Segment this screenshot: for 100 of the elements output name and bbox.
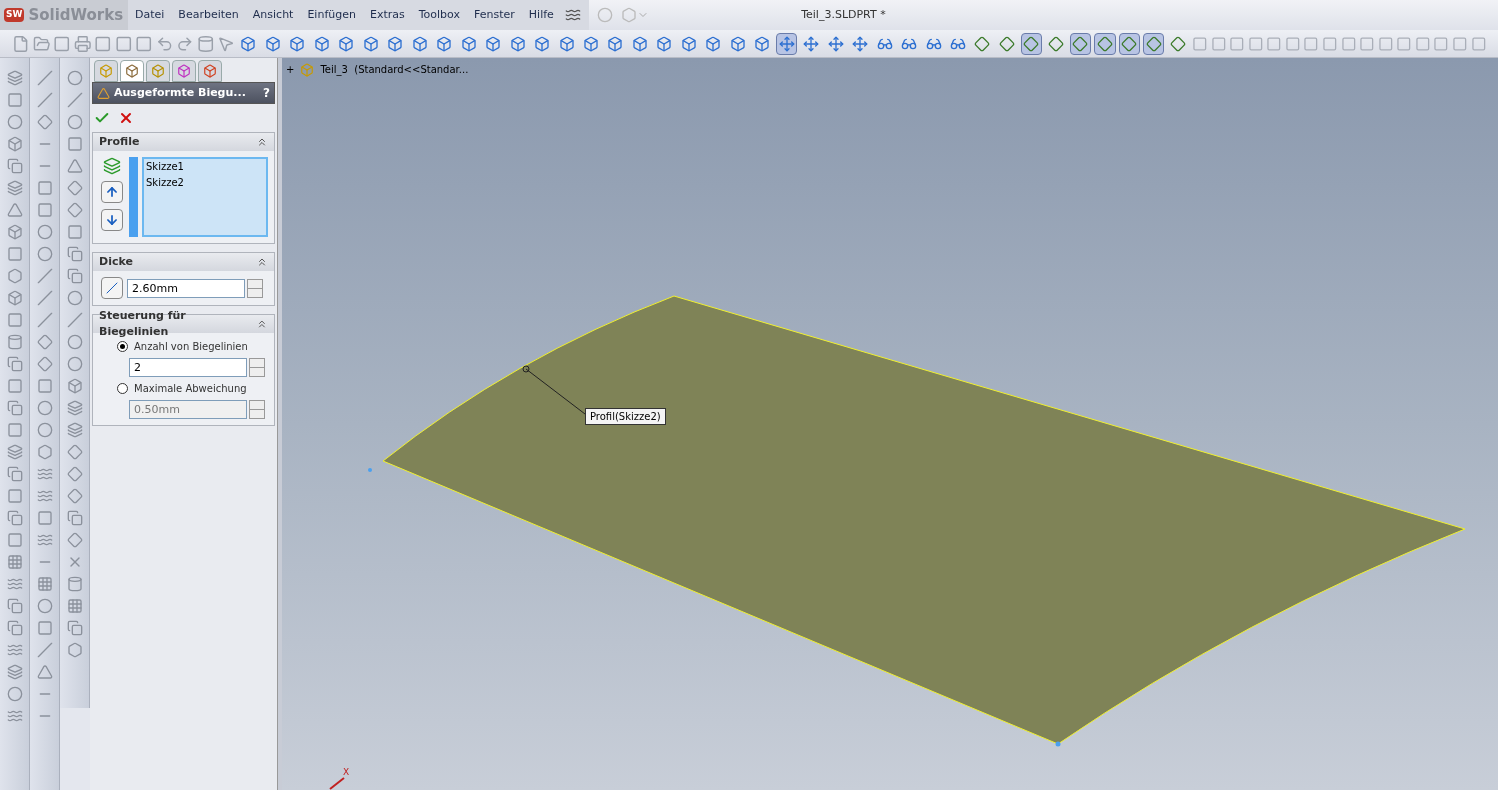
radio-button[interactable] — [117, 383, 128, 394]
tool-icon[interactable] — [66, 246, 83, 262]
toolbar-button[interactable] — [1020, 32, 1043, 55]
tool-icon[interactable] — [36, 246, 53, 262]
toolbar-icon[interactable] — [114, 34, 133, 53]
tool-icon[interactable] — [36, 356, 53, 372]
thickness-field[interactable]: 2.60mm — [127, 278, 245, 298]
tool-icon[interactable] — [6, 400, 23, 416]
tool-icon[interactable] — [6, 576, 23, 592]
tool-icon[interactable] — [6, 312, 23, 328]
tool-icon[interactable] — [66, 488, 83, 504]
tool-icon[interactable] — [66, 136, 83, 152]
tool-icon[interactable] — [66, 510, 83, 526]
collapse-icon[interactable] — [256, 318, 268, 330]
direction-button[interactable] — [101, 277, 123, 299]
toolbar-icon[interactable] — [73, 34, 92, 53]
toolbar-button[interactable] — [776, 32, 798, 55]
toolbar-button[interactable] — [1118, 32, 1140, 55]
graphics-viewport[interactable]: + Teil_3 (Standard<<Standar... Profil(Skizze2) X — [282, 58, 1498, 790]
tool-icon[interactable] — [6, 510, 23, 526]
tool-icon[interactable] — [36, 444, 53, 460]
tool-icon[interactable] — [36, 576, 53, 592]
tool-icon[interactable] — [66, 598, 83, 614]
panel-tab[interactable] — [146, 60, 170, 82]
toolbar-button[interactable] — [1094, 32, 1116, 55]
collapse-icon[interactable] — [256, 136, 268, 148]
toolbar-icon[interactable] — [1470, 35, 1487, 52]
toolbar-icon[interactable] — [1191, 35, 1208, 52]
toolbar-icon[interactable] — [53, 34, 71, 53]
tool-icon[interactable] — [36, 466, 53, 482]
tool-icon[interactable] — [66, 92, 83, 108]
tool-icon[interactable] — [66, 290, 83, 306]
tool-icon[interactable] — [36, 664, 53, 680]
menu-item[interactable]: Fenster — [467, 6, 522, 24]
handle-point[interactable] — [522, 365, 530, 373]
tool-icon[interactable] — [6, 532, 23, 548]
tool-icon[interactable] — [6, 224, 23, 240]
toolbar-icon[interactable] — [1303, 35, 1319, 52]
tool-icon[interactable] — [66, 202, 83, 218]
tool-icon[interactable] — [66, 576, 83, 592]
spin-buttons[interactable] — [249, 358, 265, 377]
profile-list[interactable]: Skizze1 Skizze2 — [142, 157, 268, 237]
tool-icon[interactable] — [36, 92, 53, 108]
tool-icon[interactable] — [66, 158, 83, 174]
tool-icon[interactable] — [6, 422, 23, 438]
tool-icon[interactable] — [66, 70, 83, 86]
toolbar-icon[interactable] — [1452, 35, 1468, 52]
toolbar-icon[interactable] — [196, 34, 215, 53]
toolbar-button[interactable] — [1069, 32, 1092, 55]
tool-icon[interactable] — [6, 70, 23, 86]
toolbar-icon[interactable] — [1433, 35, 1450, 52]
tool-icon[interactable] — [6, 378, 23, 394]
toolbar-icon[interactable] — [1210, 35, 1227, 52]
move-up-button[interactable] — [101, 181, 123, 203]
tool-icon[interactable] — [6, 92, 23, 108]
tool-icon[interactable] — [6, 686, 23, 702]
tool-icon[interactable] — [66, 224, 83, 240]
tool-icon[interactable] — [66, 180, 83, 196]
tool-icon[interactable] — [36, 312, 53, 328]
toolbar-icon[interactable] — [1284, 35, 1301, 52]
tool-icon[interactable] — [36, 532, 53, 548]
tool-icon[interactable] — [36, 642, 53, 658]
menu-item[interactable]: Extras — [362, 6, 412, 24]
tool-icon[interactable] — [36, 488, 53, 504]
tool-icon[interactable] — [66, 620, 83, 636]
tool-icon[interactable] — [6, 334, 23, 350]
tool-icon[interactable] — [36, 598, 53, 614]
menu-item[interactable]: Toolbox — [411, 6, 467, 24]
help-button[interactable]: ? — [263, 84, 270, 102]
tool-icon[interactable] — [6, 136, 23, 152]
toolbar-icon[interactable] — [1247, 35, 1264, 52]
tool-icon[interactable] — [6, 290, 23, 306]
tool-icon[interactable] — [66, 312, 83, 328]
menu-item[interactable]: Hilfe — [521, 6, 561, 24]
tool-icon[interactable] — [6, 598, 23, 614]
toolbar-icon[interactable] — [217, 34, 235, 53]
toolbar-icon[interactable] — [155, 34, 174, 53]
toolbar-icon[interactable] — [135, 34, 153, 53]
tool-icon[interactable] — [66, 114, 83, 130]
toolbar-icon[interactable] — [94, 34, 112, 53]
tool-icon[interactable] — [36, 334, 53, 350]
tool-icon[interactable] — [36, 70, 53, 86]
spin-buttons[interactable] — [249, 400, 265, 419]
tool-icon[interactable] — [36, 202, 53, 218]
tool-icon[interactable] — [6, 356, 23, 372]
tool-icon[interactable] — [66, 356, 83, 372]
menu-item[interactable]: Einfügen — [300, 6, 363, 24]
menu-item[interactable]: Bearbeiten — [171, 6, 246, 24]
tool-icon[interactable] — [66, 466, 83, 482]
radio-button[interactable] — [117, 341, 128, 352]
tool-icon[interactable] — [36, 620, 53, 636]
tool-icon[interactable] — [6, 114, 23, 130]
toolbar-icon[interactable] — [1229, 35, 1245, 52]
tool-icon[interactable] — [36, 114, 53, 130]
tool-icon[interactable] — [66, 422, 83, 438]
tool-icon[interactable] — [6, 554, 23, 570]
toolbar-icon[interactable] — [1340, 35, 1357, 52]
tool-icon[interactable] — [6, 444, 23, 460]
toolbar-icon[interactable] — [32, 34, 51, 53]
tool-icon[interactable] — [36, 422, 53, 438]
